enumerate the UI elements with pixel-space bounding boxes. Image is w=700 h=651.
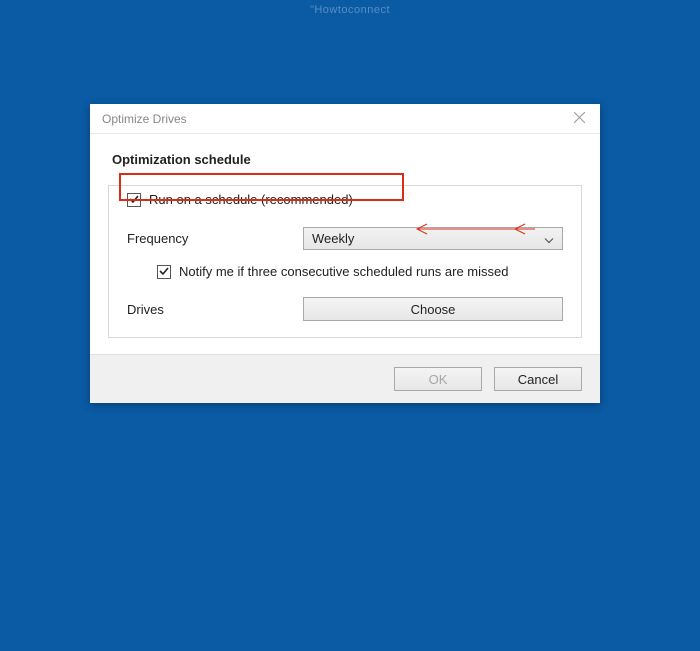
section-title: Optimization schedule [108, 152, 582, 167]
dialog-body: Optimization schedule Run on a schedule … [90, 134, 600, 354]
ok-button[interactable]: OK [394, 367, 482, 391]
close-button[interactable] [564, 105, 594, 133]
checkmark-icon [159, 264, 169, 279]
chevron-down-icon [544, 231, 554, 246]
run-on-schedule-label: Run on a schedule (recommended) [149, 192, 353, 207]
schedule-group: Run on a schedule (recommended) Frequenc… [108, 185, 582, 338]
frequency-row: Frequency Weekly [127, 227, 563, 250]
checkmark-icon [129, 192, 139, 207]
run-on-schedule-row: Run on a schedule (recommended) [127, 192, 563, 207]
notify-row: Notify me if three consecutive scheduled… [127, 264, 563, 279]
notify-label: Notify me if three consecutive scheduled… [179, 264, 509, 279]
watermark-text: "Howtoconnect [0, 4, 700, 16]
drives-label: Drives [127, 302, 303, 317]
choose-button[interactable]: Choose [303, 297, 563, 321]
titlebar: Optimize Drives [90, 104, 600, 134]
dialog-title: Optimize Drives [102, 112, 564, 126]
dialog-footer: OK Cancel [90, 354, 600, 403]
optimize-drives-dialog: Optimize Drives Optimization schedule Ru… [90, 104, 600, 403]
frequency-label: Frequency [127, 231, 303, 246]
frequency-value: Weekly [312, 231, 354, 246]
run-on-schedule-checkbox[interactable] [127, 193, 141, 207]
close-icon [574, 112, 585, 126]
cancel-button[interactable]: Cancel [494, 367, 582, 391]
drives-row: Drives Choose [127, 297, 563, 321]
notify-checkbox[interactable] [157, 265, 171, 279]
frequency-select[interactable]: Weekly [303, 227, 563, 250]
